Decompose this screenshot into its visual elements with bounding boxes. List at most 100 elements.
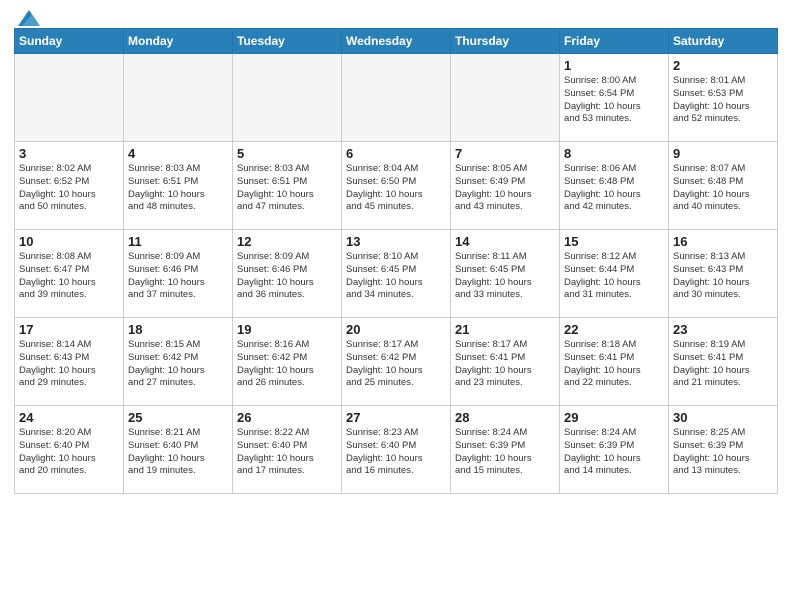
day-info: Sunrise: 8:09 AM Sunset: 6:46 PM Dayligh…: [128, 251, 228, 302]
calendar-cell: 30Sunrise: 8:25 AM Sunset: 6:39 PM Dayli…: [669, 406, 778, 494]
day-number: 21: [455, 322, 555, 337]
weekday-header: Tuesday: [233, 29, 342, 54]
day-info: Sunrise: 8:23 AM Sunset: 6:40 PM Dayligh…: [346, 427, 446, 478]
day-info: Sunrise: 8:10 AM Sunset: 6:45 PM Dayligh…: [346, 251, 446, 302]
weekday-header: Thursday: [451, 29, 560, 54]
calendar-cell: 6 Sunrise: 8:04 AM Sunset: 6:50 PM Daylig…: [342, 142, 451, 230]
calendar-cell: 1 Sunrise: 8:00 AM Sunset: 6:54 PM Daylig…: [560, 54, 669, 142]
calendar-cell: 28 Sunrise: 8:24 AM Sunset: 6:39 PM Dayli…: [451, 406, 560, 494]
day-info: Sunrise: 8:16 AM Sunset: 6:42 PM Dayligh…: [237, 339, 337, 390]
day-info: Sunrise: 8:02 AM Sunset: 6:52 PM Dayligh…: [19, 163, 119, 214]
weekday-header: Wednesday: [342, 29, 451, 54]
calendar-cell: 7Sunrise: 8:05 AM Sunset: 6:49 PM Daylig…: [451, 142, 560, 230]
day-info: Sunrise: 8:03 AM Sunset: 6:51 PM Dayligh…: [237, 163, 337, 214]
logo: [14, 10, 40, 22]
day-number: 6: [346, 146, 446, 161]
calendar-cell: 29Sunrise: 8:24 AM Sunset: 6:39 PM Dayli…: [560, 406, 669, 494]
day-number: 20: [346, 322, 446, 337]
day-info: Sunrise: 8:03 AM Sunset: 6:51 PM Dayligh…: [128, 163, 228, 214]
calendar-cell: 24 Sunrise: 8:20 AM Sunset: 6:40 PM Dayli…: [15, 406, 124, 494]
calendar-cell: 5 Sunrise: 8:03 AM Sunset: 6:51 PM Daylig…: [233, 142, 342, 230]
day-number: 26: [237, 410, 337, 425]
day-number: 4: [128, 146, 228, 161]
day-number: 22: [564, 322, 664, 337]
day-number: 14: [455, 234, 555, 249]
calendar-cell: [451, 54, 560, 142]
day-number: 18: [128, 322, 228, 337]
day-number: 3: [19, 146, 119, 161]
calendar-cell: 20 Sunrise: 8:17 AM Sunset: 6:42 PM Dayli…: [342, 318, 451, 406]
calendar-cell: 17 Sunrise: 8:14 AM Sunset: 6:43 PM Dayli…: [15, 318, 124, 406]
calendar-cell: 21Sunrise: 8:17 AM Sunset: 6:41 PM Dayli…: [451, 318, 560, 406]
day-number: 15: [564, 234, 664, 249]
calendar-cell: 22 Sunrise: 8:18 AM Sunset: 6:41 PM Dayli…: [560, 318, 669, 406]
calendar-cell: [342, 54, 451, 142]
calendar-cell: 8Sunrise: 8:06 AM Sunset: 6:48 PM Daylig…: [560, 142, 669, 230]
calendar-cell: [15, 54, 124, 142]
day-info: Sunrise: 8:22 AM Sunset: 6:40 PM Dayligh…: [237, 427, 337, 478]
calendar-cell: 26 Sunrise: 8:22 AM Sunset: 6:40 PM Dayli…: [233, 406, 342, 494]
weekday-header: Monday: [124, 29, 233, 54]
day-number: 8: [564, 146, 664, 161]
day-info: Sunrise: 8:07 AM Sunset: 6:48 PM Dayligh…: [673, 163, 773, 214]
calendar-cell: 15 Sunrise: 8:12 AM Sunset: 6:44 PM Dayli…: [560, 230, 669, 318]
day-info: Sunrise: 8:12 AM Sunset: 6:44 PM Dayligh…: [564, 251, 664, 302]
day-info: Sunrise: 8:09 AM Sunset: 6:46 PM Dayligh…: [237, 251, 337, 302]
day-number: 27: [346, 410, 446, 425]
calendar-cell: 3 Sunrise: 8:02 AM Sunset: 6:52 PM Daylig…: [15, 142, 124, 230]
day-number: 28: [455, 410, 555, 425]
day-info: Sunrise: 8:17 AM Sunset: 6:42 PM Dayligh…: [346, 339, 446, 390]
calendar-cell: 4 Sunrise: 8:03 AM Sunset: 6:51 PM Daylig…: [124, 142, 233, 230]
calendar-cell: 14Sunrise: 8:11 AM Sunset: 6:45 PM Dayli…: [451, 230, 560, 318]
calendar-cell: 27 Sunrise: 8:23 AM Sunset: 6:40 PM Dayli…: [342, 406, 451, 494]
day-info: Sunrise: 8:21 AM Sunset: 6:40 PM Dayligh…: [128, 427, 228, 478]
calendar-cell: 23 Sunrise: 8:19 AM Sunset: 6:41 PM Dayli…: [669, 318, 778, 406]
day-number: 10: [19, 234, 119, 249]
header: [14, 10, 778, 22]
calendar-cell: 9 Sunrise: 8:07 AM Sunset: 6:48 PM Daylig…: [669, 142, 778, 230]
calendar-table: SundayMondayTuesdayWednesdayThursdayFrid…: [14, 28, 778, 494]
calendar-cell: 16 Sunrise: 8:13 AM Sunset: 6:43 PM Dayli…: [669, 230, 778, 318]
day-number: 9: [673, 146, 773, 161]
day-info: Sunrise: 8:20 AM Sunset: 6:40 PM Dayligh…: [19, 427, 119, 478]
day-info: Sunrise: 8:14 AM Sunset: 6:43 PM Dayligh…: [19, 339, 119, 390]
weekday-header: Saturday: [669, 29, 778, 54]
calendar-cell: 25 Sunrise: 8:21 AM Sunset: 6:40 PM Dayli…: [124, 406, 233, 494]
calendar-cell: 13 Sunrise: 8:10 AM Sunset: 6:45 PM Dayli…: [342, 230, 451, 318]
day-info: Sunrise: 8:15 AM Sunset: 6:42 PM Dayligh…: [128, 339, 228, 390]
day-info: Sunrise: 8:24 AM Sunset: 6:39 PM Dayligh…: [564, 427, 664, 478]
day-number: 17: [19, 322, 119, 337]
day-number: 23: [673, 322, 773, 337]
day-number: 16: [673, 234, 773, 249]
weekday-header: Sunday: [15, 29, 124, 54]
day-number: 1: [564, 58, 664, 73]
calendar-cell: 19Sunrise: 8:16 AM Sunset: 6:42 PM Dayli…: [233, 318, 342, 406]
day-info: Sunrise: 8:24 AM Sunset: 6:39 PM Dayligh…: [455, 427, 555, 478]
day-info: Sunrise: 8:00 AM Sunset: 6:54 PM Dayligh…: [564, 75, 664, 126]
day-number: 5: [237, 146, 337, 161]
logo-icon: [18, 10, 40, 26]
day-info: Sunrise: 8:19 AM Sunset: 6:41 PM Dayligh…: [673, 339, 773, 390]
weekday-header: Friday: [560, 29, 669, 54]
day-number: 24: [19, 410, 119, 425]
calendar-cell: [233, 54, 342, 142]
calendar-cell: 2 Sunrise: 8:01 AM Sunset: 6:53 PM Daylig…: [669, 54, 778, 142]
day-number: 12: [237, 234, 337, 249]
day-info: Sunrise: 8:01 AM Sunset: 6:53 PM Dayligh…: [673, 75, 773, 126]
calendar-cell: 18 Sunrise: 8:15 AM Sunset: 6:42 PM Dayli…: [124, 318, 233, 406]
day-info: Sunrise: 8:08 AM Sunset: 6:47 PM Dayligh…: [19, 251, 119, 302]
day-number: 13: [346, 234, 446, 249]
day-number: 30: [673, 410, 773, 425]
day-info: Sunrise: 8:13 AM Sunset: 6:43 PM Dayligh…: [673, 251, 773, 302]
calendar-cell: 12 Sunrise: 8:09 AM Sunset: 6:46 PM Dayli…: [233, 230, 342, 318]
day-info: Sunrise: 8:18 AM Sunset: 6:41 PM Dayligh…: [564, 339, 664, 390]
page: SundayMondayTuesdayWednesdayThursdayFrid…: [0, 0, 792, 612]
day-number: 7: [455, 146, 555, 161]
day-info: Sunrise: 8:04 AM Sunset: 6:50 PM Dayligh…: [346, 163, 446, 214]
day-number: 2: [673, 58, 773, 73]
calendar-cell: 10 Sunrise: 8:08 AM Sunset: 6:47 PM Dayli…: [15, 230, 124, 318]
day-number: 25: [128, 410, 228, 425]
day-number: 11: [128, 234, 228, 249]
calendar-cell: [124, 54, 233, 142]
calendar-cell: 11 Sunrise: 8:09 AM Sunset: 6:46 PM Dayli…: [124, 230, 233, 318]
